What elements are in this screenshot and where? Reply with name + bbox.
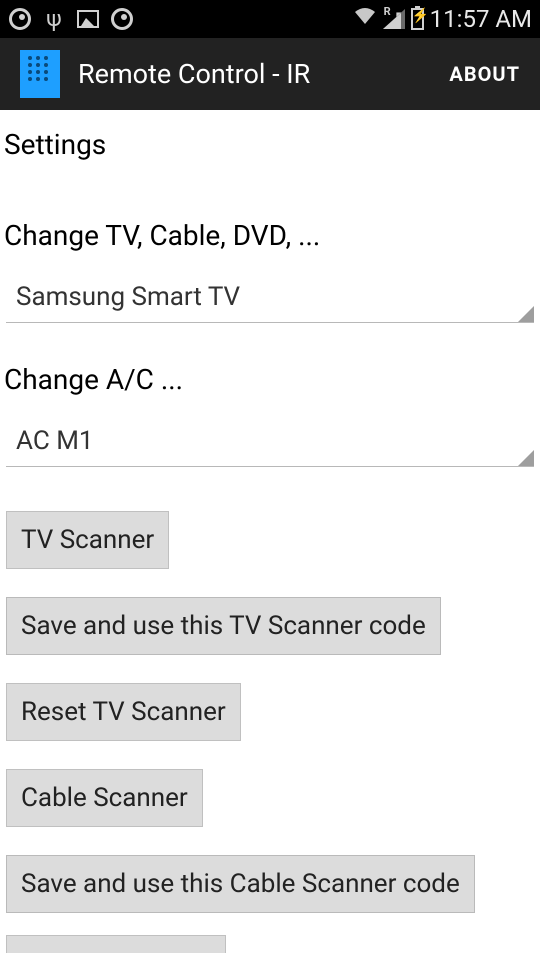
tv-spinner-value: Samsung Smart TV xyxy=(16,282,240,312)
tv-spinner[interactable]: Samsung Smart TV xyxy=(6,278,534,323)
button-area: TV Scanner Save and use this TV Scanner … xyxy=(0,467,540,953)
ac-spinner-label: Change A/C ... xyxy=(0,323,540,400)
usb-icon xyxy=(42,7,66,31)
image-notification-icon xyxy=(76,7,100,31)
save-tv-scanner-button[interactable]: Save and use this TV Scanner code xyxy=(6,597,441,655)
save-cable-scanner-button[interactable]: Save and use this Cable Scanner code xyxy=(6,855,475,913)
status-bar: R 11:57 AM xyxy=(0,0,540,38)
status-left-icons xyxy=(8,7,134,31)
battery-icon xyxy=(411,8,424,30)
tv-spinner-label: Change TV, Cable, DVD, ... xyxy=(0,167,540,256)
cable-scanner-button[interactable]: Cable Scanner xyxy=(6,769,203,827)
app-icon xyxy=(20,50,60,98)
ac-spinner-value: AC M1 xyxy=(16,426,94,456)
dropdown-icon xyxy=(518,450,534,466)
app-notification-icon-2 xyxy=(110,7,134,31)
app-notification-icon xyxy=(8,7,32,31)
app-bar: Remote Control - IR ABOUT xyxy=(0,38,540,110)
ac-spinner[interactable]: AC M1 xyxy=(6,422,534,467)
settings-content: Settings Change TV, Cable, DVD, ... Sams… xyxy=(0,110,540,953)
about-button[interactable]: ABOUT xyxy=(449,62,520,86)
clock: 11:57 AM xyxy=(430,5,532,33)
reset-tv-scanner-button[interactable]: Reset TV Scanner xyxy=(6,683,241,741)
dropdown-icon xyxy=(518,306,534,322)
settings-heading: Settings xyxy=(0,110,540,167)
app-title: Remote Control - IR xyxy=(78,58,449,90)
tv-scanner-button[interactable]: TV Scanner xyxy=(6,511,169,569)
status-right-icons: R 11:57 AM xyxy=(353,5,532,33)
signal-icon: R xyxy=(383,9,405,29)
wifi-icon xyxy=(353,6,377,32)
partial-button[interactable] xyxy=(6,935,226,953)
